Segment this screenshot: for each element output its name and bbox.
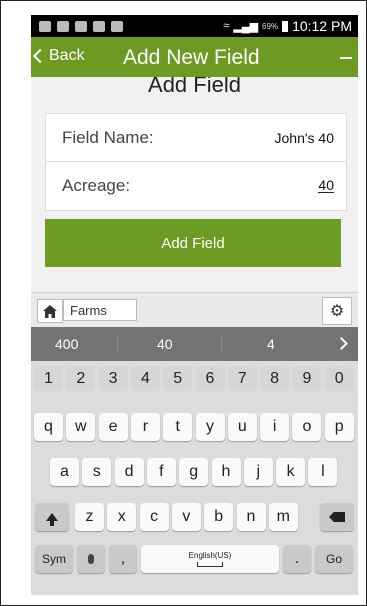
field-name-row[interactable]: Field Name: John's 40 bbox=[46, 114, 346, 162]
go-key[interactable]: Go bbox=[315, 545, 353, 573]
key-1[interactable]: 1 bbox=[34, 367, 63, 391]
key-i[interactable]: i bbox=[260, 413, 290, 441]
image-icon bbox=[93, 20, 105, 32]
key-4[interactable]: 4 bbox=[130, 367, 160, 391]
shift-icon bbox=[46, 513, 58, 526]
key-j[interactable]: j bbox=[243, 458, 273, 486]
key-s[interactable]: s bbox=[82, 458, 112, 486]
status-right: ≈ ▂▄▆ 69% 10:12 PM bbox=[223, 18, 358, 34]
back-label: Back bbox=[49, 47, 85, 64]
clock: 10:12 PM bbox=[292, 18, 352, 34]
key-8[interactable]: 8 bbox=[260, 367, 290, 391]
key-9[interactable]: 9 bbox=[292, 367, 322, 391]
suggestion-item[interactable]: 4 bbox=[267, 336, 275, 352]
key-6[interactable]: 6 bbox=[195, 367, 225, 391]
key-7[interactable]: 7 bbox=[227, 367, 257, 391]
key-t[interactable]: t bbox=[163, 413, 193, 441]
battery-icon bbox=[282, 20, 289, 32]
key-c[interactable]: c bbox=[139, 503, 169, 531]
key-g[interactable]: g bbox=[179, 458, 209, 486]
acreage-input[interactable]: 40 bbox=[318, 178, 334, 193]
key-n[interactable]: n bbox=[236, 503, 266, 531]
key-e[interactable]: e bbox=[98, 413, 128, 441]
key-h[interactable]: h bbox=[211, 458, 241, 486]
key-p[interactable]: p bbox=[324, 413, 354, 441]
minus-icon[interactable] bbox=[340, 57, 352, 59]
keyboard: 1234567890 qwertyuiop asdfghjkl zxcvbnm … bbox=[31, 361, 358, 595]
space-label: English(US) bbox=[188, 551, 232, 560]
shift-key[interactable] bbox=[35, 503, 69, 531]
message-icon bbox=[39, 20, 51, 32]
divider bbox=[221, 336, 222, 352]
mic-key[interactable] bbox=[77, 545, 105, 573]
gear-button[interactable]: ⚙ bbox=[322, 297, 352, 325]
comma-key[interactable]: , bbox=[109, 545, 137, 573]
key-f[interactable]: f bbox=[146, 458, 176, 486]
key-a[interactable]: a bbox=[50, 458, 79, 486]
key-m[interactable]: m bbox=[268, 503, 298, 531]
chat-icon bbox=[57, 20, 69, 32]
key-0[interactable]: 0 bbox=[324, 367, 354, 391]
key-b[interactable]: b bbox=[204, 503, 234, 531]
backspace-key[interactable] bbox=[320, 503, 354, 531]
key-o[interactable]: o bbox=[292, 413, 322, 441]
suggestion-item[interactable]: 40 bbox=[157, 336, 173, 352]
key-k[interactable]: k bbox=[276, 458, 306, 486]
voicemail-icon bbox=[75, 20, 87, 32]
wifi-icon: ≈ bbox=[223, 20, 230, 32]
period-key[interactable]: . bbox=[283, 545, 311, 573]
home-icon bbox=[43, 304, 57, 318]
home-button[interactable] bbox=[37, 299, 63, 323]
mic-icon bbox=[88, 554, 94, 564]
key-r[interactable]: r bbox=[130, 413, 160, 441]
key-l[interactable]: l bbox=[308, 458, 338, 486]
field-form: Field Name: John's 40 Acreage: 40 bbox=[45, 113, 347, 211]
acreage-row[interactable]: Acreage: 40 bbox=[46, 162, 346, 209]
field-name-input[interactable]: John's 40 bbox=[275, 130, 347, 146]
backspace-icon bbox=[329, 512, 345, 522]
key-x[interactable]: x bbox=[107, 503, 137, 531]
screenshot-frame: ≈ ▂▄▆ 69% 10:12 PM Back Add New Field Ad… bbox=[0, 0, 367, 606]
space-key[interactable]: English(US) bbox=[141, 545, 279, 573]
key-q[interactable]: q bbox=[34, 413, 63, 441]
acreage-label: Acreage: bbox=[62, 175, 131, 195]
suggestion-bar: 400 40 4 bbox=[31, 327, 358, 361]
keyboard-toolbar: Farms ⚙ bbox=[31, 292, 358, 327]
key-v[interactable]: v bbox=[171, 503, 201, 531]
status-bar: ≈ ▂▄▆ 69% 10:12 PM bbox=[31, 15, 358, 37]
field-name-label: Field Name: bbox=[62, 127, 154, 147]
key-3[interactable]: 3 bbox=[98, 367, 128, 391]
key-y[interactable]: y bbox=[195, 413, 225, 441]
notification-icons bbox=[31, 20, 123, 32]
key-w[interactable]: w bbox=[66, 413, 96, 441]
page-title: Add New Field bbox=[123, 46, 260, 69]
photo-icon bbox=[111, 20, 123, 32]
key-d[interactable]: d bbox=[114, 458, 144, 486]
chevron-left-icon bbox=[32, 48, 48, 64]
sym-key[interactable]: Sym bbox=[35, 545, 73, 573]
space-bar-icon bbox=[197, 562, 223, 567]
divider bbox=[117, 336, 118, 352]
battery-percent: 69% bbox=[262, 21, 279, 31]
add-field-button[interactable]: Add Field bbox=[45, 219, 341, 267]
phone-screen: ≈ ▂▄▆ 69% 10:12 PM Back Add New Field Ad… bbox=[31, 15, 358, 595]
section-title: Add Field bbox=[148, 77, 241, 97]
key-5[interactable]: 5 bbox=[163, 367, 193, 391]
key-u[interactable]: u bbox=[227, 413, 257, 441]
farms-button[interactable]: Farms bbox=[63, 299, 137, 321]
nav-bar: Back Add New Field bbox=[31, 37, 358, 77]
back-button[interactable]: Back bbox=[32, 47, 85, 65]
key-z[interactable]: z bbox=[75, 503, 104, 531]
signal-icon: ▂▄▆ bbox=[233, 20, 259, 33]
gear-icon: ⚙ bbox=[329, 303, 345, 320]
key-2[interactable]: 2 bbox=[66, 367, 96, 391]
suggestion-item[interactable]: 400 bbox=[55, 336, 78, 352]
chevron-right-icon[interactable] bbox=[335, 337, 348, 350]
